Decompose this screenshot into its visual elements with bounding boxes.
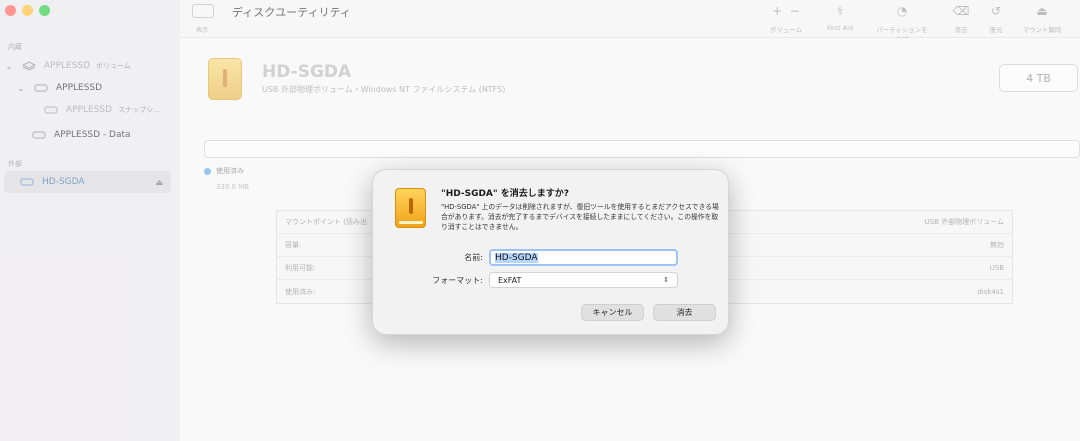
dialog-title: "HD-SGDA" を消去しますか? xyxy=(441,189,569,199)
format-select[interactable]: ExFAT ⇕ xyxy=(489,272,678,288)
name-input[interactable]: HD-SGDA xyxy=(489,249,678,266)
dialog-message: "HD-SGDA" 上のデータは削除されますが、復旧ツールを使用するとまだアクセ… xyxy=(441,203,719,231)
erase-dialog: "HD-SGDA" を消去しますか? "HD-SGDA" 上のデータは削除されま… xyxy=(372,169,729,335)
external-drive-icon xyxy=(395,188,426,228)
format-label: フォーマット: xyxy=(432,276,483,285)
name-label: 名前: xyxy=(464,253,483,262)
erase-confirm-button[interactable]: 消去 xyxy=(653,304,716,321)
cancel-button[interactable]: キャンセル xyxy=(581,304,644,321)
format-value: ExFAT xyxy=(498,275,522,285)
name-input-value: HD-SGDA xyxy=(495,252,538,263)
updown-chevron-icon: ⇕ xyxy=(663,276,669,284)
